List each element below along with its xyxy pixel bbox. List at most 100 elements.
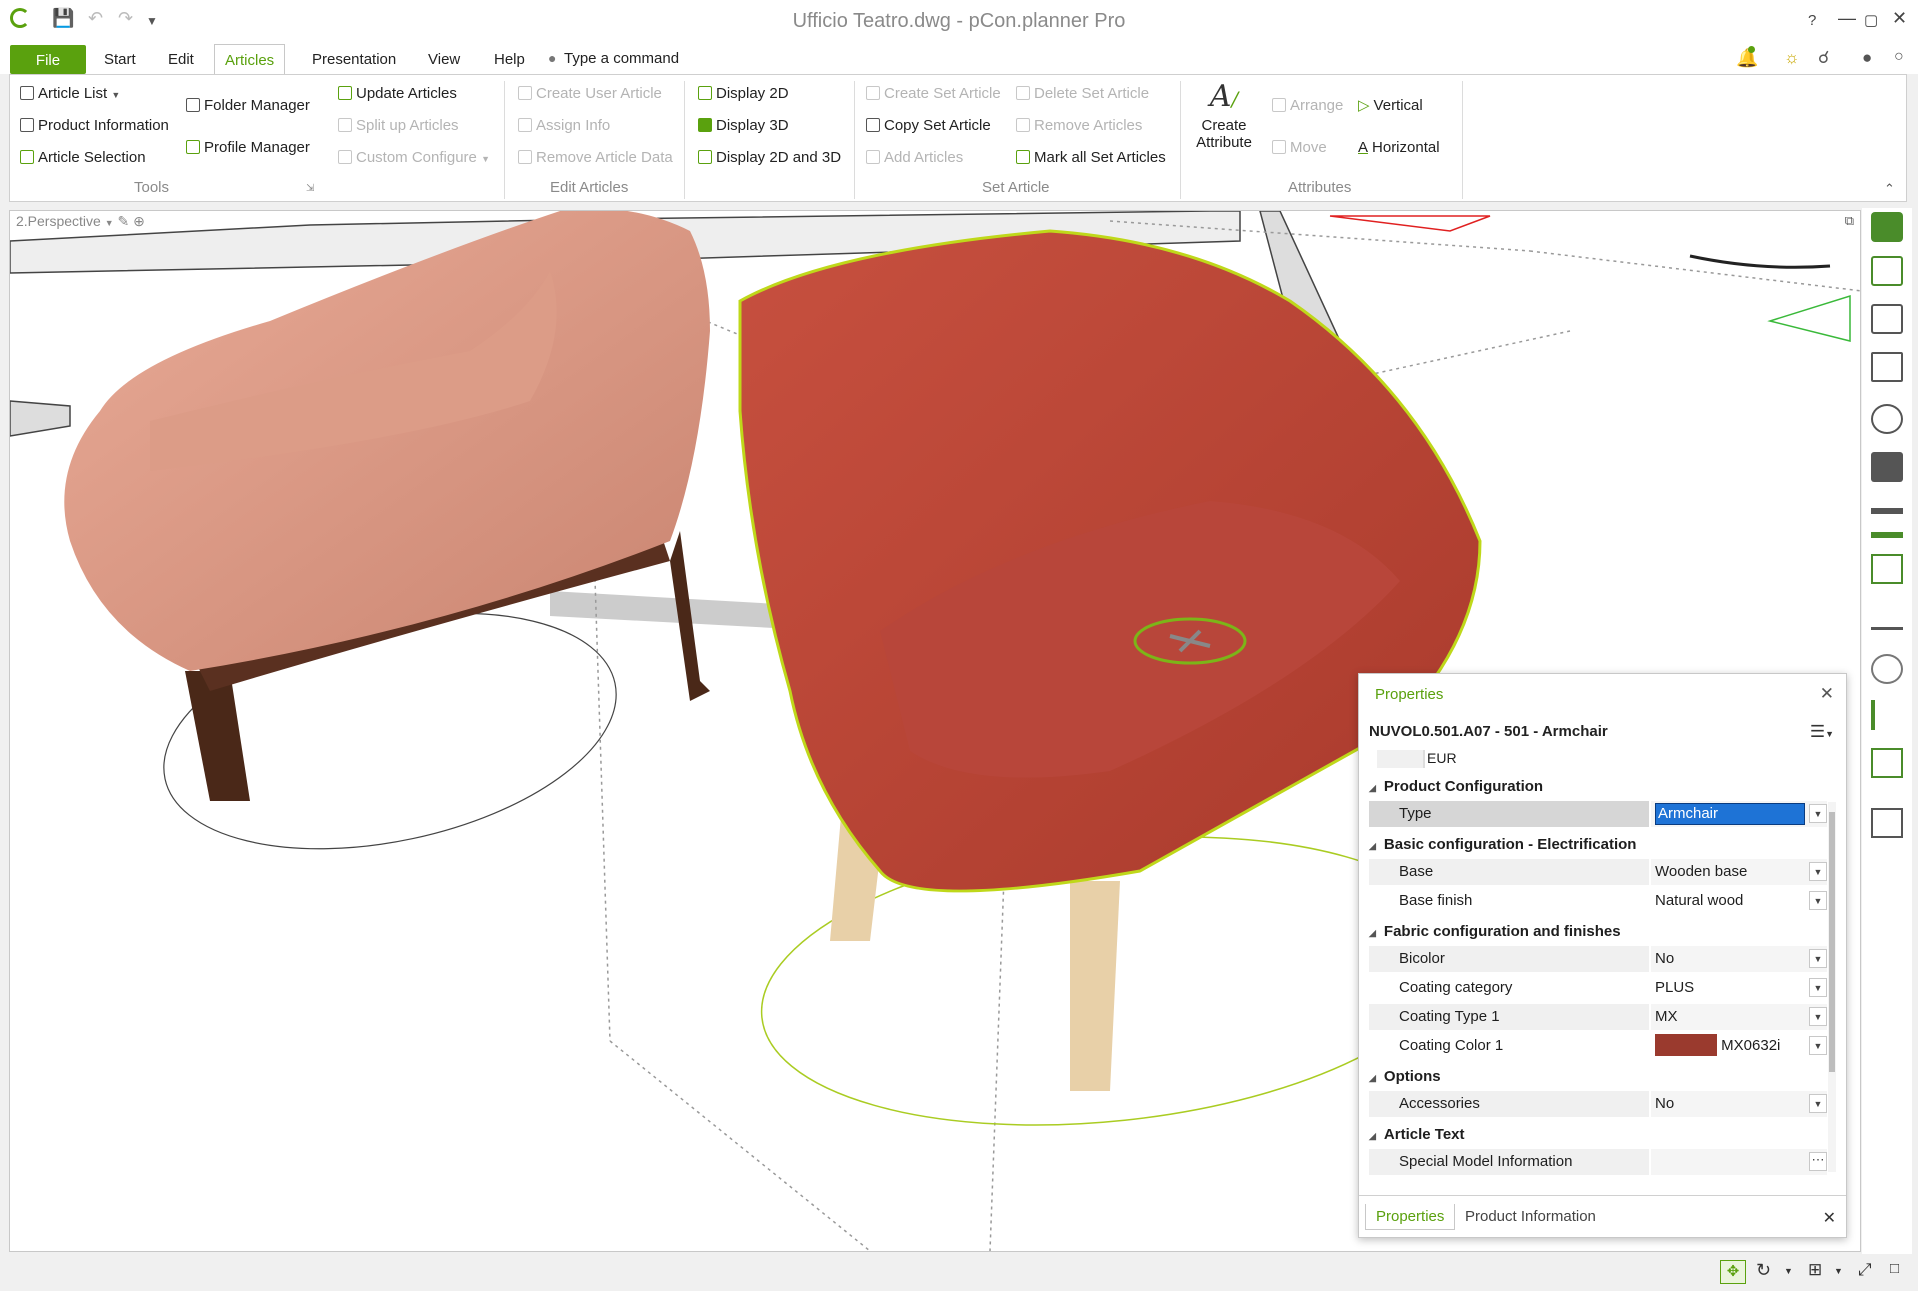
viewport-maximize-icon[interactable]: ⧉ [1845,213,1854,229]
dropdown-arrow-icon[interactable]: ▼ [1809,949,1827,968]
create-user-article-button[interactable]: Create User Article [518,82,662,106]
crosshair-icon[interactable]: ⊕ [133,213,145,229]
display-3d-button[interactable]: Display 3D [698,114,789,138]
section-article-text[interactable]: ◢ Article Text [1369,1122,1465,1148]
article-selection-button[interactable]: Article Selection [20,146,146,170]
update-articles-button[interactable]: Update Articles [338,82,457,106]
mark-all-set-articles-button[interactable]: Mark all Set Articles [1016,146,1166,170]
property-value[interactable]: PLUS ▼ [1651,975,1827,1001]
orbit-dropdown-icon[interactable]: ▼ [1784,1266,1793,1276]
tab-properties[interactable]: Properties [1365,1204,1456,1230]
search-book-icon[interactable] [1871,256,1903,286]
tab-file[interactable]: File [10,45,86,74]
more-options-icon[interactable]: ⋯ [1809,1152,1827,1171]
copy-set-article-button[interactable]: Copy Set Article [866,114,991,138]
arrange-button[interactable]: Arrange [1272,94,1343,118]
property-value[interactable]: No ▼ [1651,1091,1827,1117]
remove-article-data-button[interactable]: Remove Article Data [518,146,673,170]
grid-surface-icon[interactable] [1871,600,1903,630]
panel-menu-icon[interactable]: ☰▼ [1810,722,1834,742]
tab-start[interactable]: Start [94,44,146,74]
share-icon[interactable]: ☌ [1818,48,1829,68]
remove-articles-button[interactable]: Remove Articles [1016,114,1142,138]
section-options[interactable]: ◢ Options [1369,1064,1441,1090]
display-2d-button[interactable]: Display 2D [698,82,789,106]
dropdown-arrow-icon[interactable]: ▼ [1809,978,1827,997]
article-list-button[interactable]: Article List ▼ [20,82,120,106]
layout-icon[interactable] [1871,808,1903,838]
tab-articles[interactable]: Articles [214,44,286,75]
material-editor-icon[interactable] [1871,554,1903,584]
dropdown-arrow-icon[interactable]: ▼ [1809,1036,1827,1055]
display-2d-and-3d-button[interactable]: Display 2D and 3D [698,146,841,170]
scrollbar[interactable] [1828,802,1836,1172]
notification-bell-icon[interactable]: 🔔 [1736,48,1758,69]
create-attribute-button[interactable]: A/ Create Attribute [1192,77,1256,151]
archive-box-icon[interactable] [1871,452,1903,482]
viewport-label[interactable]: 2.Perspective ▼ ✎ ⊕ [16,213,145,230]
image-icon[interactable] [1871,748,1903,778]
property-value[interactable]: Armchair ▼ [1651,801,1827,827]
dropdown-arrow-icon[interactable]: ▼ [1809,1007,1827,1026]
orbit-icon[interactable]: ↻ [1756,1260,1771,1281]
move-button[interactable]: Move [1272,136,1327,160]
close-icon[interactable]: ✕ [1823,1208,1836,1228]
light-settings-icon[interactable] [1871,654,1903,684]
delete-set-article-button[interactable]: Delete Set Article [1016,82,1149,106]
document-list-icon[interactable] [1871,352,1903,382]
pan-icon[interactable]: ✥ [1720,1260,1746,1284]
article-info-icon[interactable] [1871,304,1903,334]
tab-view[interactable]: View [418,44,470,74]
user-icon[interactable]: ● [1862,48,1872,68]
maximize-icon[interactable]: ▢ [1864,11,1878,29]
property-row-base[interactable]: Base Wooden base ▼ [1369,859,1829,885]
fullscreen-icon[interactable]: ⤢ [1858,1260,1872,1280]
armchair-left[interactable] [64,211,710,886]
property-value[interactable]: No ▼ [1651,946,1827,972]
tab-edit[interactable]: Edit [158,44,204,74]
dropdown-arrow-icon[interactable]: ▼ [1809,891,1827,910]
split-up-articles-button[interactable]: Split up Articles [338,114,459,138]
create-set-article-button[interactable]: Create Set Article [866,82,1001,106]
pen-tool-icon[interactable] [1871,700,1903,730]
property-value[interactable]: Wooden base ▼ [1651,859,1827,885]
section-basic-configuration[interactable]: ◢ Basic configuration - Electrification [1369,832,1636,858]
globe-search-icon[interactable] [1871,404,1903,434]
view-layout-icon[interactable]: ⊞ [1808,1260,1822,1280]
custom-configure-button[interactable]: Custom Configure ▼ [338,146,490,170]
property-row-special-model-information[interactable]: Special Model Information ⋯ [1369,1149,1829,1175]
command-input[interactable]: Type a command [564,50,679,67]
minimize-icon[interactable]: — [1838,8,1856,29]
section-fabric-configuration[interactable]: ◢ Fabric configuration and finishes [1369,919,1621,945]
property-row-coating-color-1[interactable]: Coating Color 1 MX0632i ▼ [1369,1033,1829,1059]
tab-help[interactable]: Help [484,44,535,74]
collapse-ribbon-icon[interactable]: ⌃ [1884,181,1895,197]
property-value[interactable]: Natural wood ▼ [1651,888,1827,914]
property-row-type[interactable]: Type Armchair ▼ [1369,801,1829,827]
profile-manager-button[interactable]: Profile Manager [186,136,310,160]
tab-presentation[interactable]: Presentation [302,44,406,74]
vertical-button[interactable]: ▷ Vertical [1358,94,1423,118]
property-row-coating-type-1[interactable]: Coating Type 1 MX ▼ [1369,1004,1829,1030]
dropdown-arrow-icon[interactable]: ▼ [1809,1094,1827,1113]
dropdown-arrow-icon[interactable]: ▼ [1809,804,1827,823]
property-row-base-finish[interactable]: Base finish Natural wood ▼ [1369,888,1829,914]
property-row-coating-category[interactable]: Coating category PLUS ▼ [1369,975,1829,1001]
folder-manager-button[interactable]: Folder Manager [186,94,310,118]
property-value[interactable]: MX0632i ▼ [1651,1033,1827,1059]
assign-info-button[interactable]: Assign Info [518,114,610,138]
help-icon[interactable]: ? [1808,12,1816,29]
layers-icon[interactable] [1871,508,1903,538]
catalog-icon[interactable] [1871,212,1903,242]
section-product-configuration[interactable]: ◢ Product Configuration [1369,774,1543,800]
fit-view-icon[interactable]: □ [1890,1260,1899,1277]
sun-icon[interactable]: ☼ [1784,48,1800,68]
property-row-bicolor[interactable]: Bicolor No ▼ [1369,946,1829,972]
scrollbar-thumb[interactable] [1829,812,1835,1072]
ribbon-pin-icon[interactable]: ○ [1894,48,1904,66]
tools-dialog-launcher-icon[interactable]: ⇲ [306,183,314,194]
add-articles-button[interactable]: Add Articles [866,146,963,170]
view-layout-dropdown-icon[interactable]: ▼ [1834,1266,1843,1276]
close-icon[interactable]: ✕ [1892,8,1907,29]
tab-product-information[interactable]: Product Information [1455,1204,1606,1230]
